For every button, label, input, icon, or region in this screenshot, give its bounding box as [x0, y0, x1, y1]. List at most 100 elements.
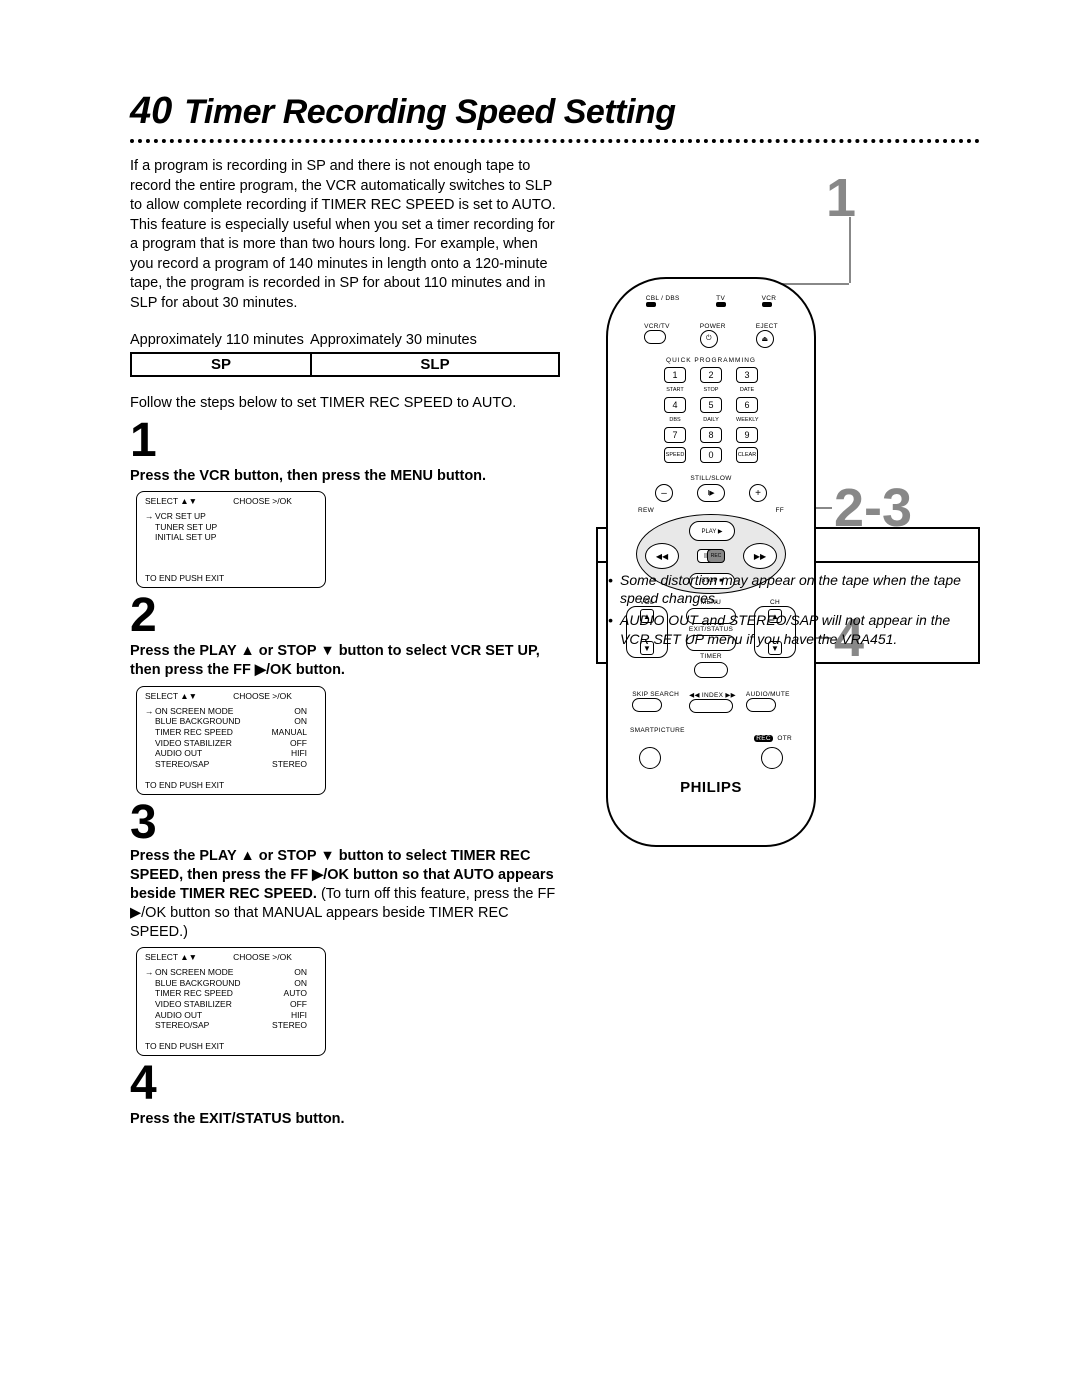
osd-val: OFF: [267, 738, 307, 749]
osd-screen-2: SELECT ▲▼ CHOOSE >/OK →ON SCREEN MODEON …: [136, 686, 326, 795]
ff-button[interactable]: ▶▶: [743, 543, 777, 569]
osd-val: HIFI: [267, 1010, 307, 1021]
num-5-button[interactable]: 5: [700, 397, 722, 413]
osd-item: BLUE BACKGROUND: [155, 978, 267, 989]
num-1-button[interactable]: 1: [664, 367, 686, 383]
vcrtv-label: VCR/TV: [644, 323, 670, 330]
otr-button[interactable]: [761, 747, 783, 769]
mode-label-vcr: VCR: [762, 295, 777, 302]
osd-item: STEREO/SAP: [155, 1020, 267, 1031]
step-4-number: 4: [130, 1060, 560, 1108]
rew-button[interactable]: ◀◀: [645, 543, 679, 569]
smartpicture-label: SMARTPICTURE: [630, 727, 685, 745]
osd-item: VCR SET UP: [155, 511, 206, 522]
index-button[interactable]: [689, 699, 733, 713]
timer-label: TIMER: [700, 653, 722, 660]
osd-item: ON SCREEN MODE: [155, 967, 267, 978]
num-2-button[interactable]: 2: [700, 367, 722, 383]
osd-choose-label: CHOOSE >/OK: [233, 496, 292, 507]
osd-val: ON: [267, 967, 307, 978]
osd-arrow-icon: →: [145, 967, 155, 978]
otr-label: OTR: [777, 735, 792, 742]
page-title: Timer Recording Speed Setting: [184, 93, 675, 132]
osd-item: STEREO/SAP: [155, 759, 267, 770]
slp-cell: SLP: [312, 354, 558, 375]
num-0-button[interactable]: 0: [700, 447, 722, 463]
eject-button[interactable]: ⏏: [756, 330, 774, 348]
osd-footer: TO END PUSH EXIT: [145, 1041, 317, 1052]
osd-item: VIDEO STABILIZER: [155, 999, 267, 1010]
osd-arrow-icon: →: [145, 511, 155, 522]
still-slow-button[interactable]: I▶: [697, 484, 725, 502]
mute-label: AUDIO/MUTE: [746, 691, 790, 698]
callout-1: 1: [826, 167, 856, 229]
timer-button[interactable]: [694, 662, 728, 678]
sp-duration-label: Approximately 110 minutes: [130, 332, 310, 348]
osd-val: ON: [267, 978, 307, 989]
plus-button[interactable]: +: [749, 484, 767, 502]
step-1-number: 1: [130, 417, 560, 465]
divider: [130, 139, 980, 143]
rew-label: REW: [638, 507, 654, 514]
osd-val: ON: [267, 716, 307, 727]
osd-choose-label: CHOOSE >/OK: [233, 691, 292, 702]
power-button[interactable]: ⏻: [700, 330, 718, 348]
step-1-head: Press the VCR button, then press the MEN…: [130, 467, 560, 486]
still-slow-label: STILL/SLOW: [608, 475, 814, 482]
eject-label: EJECT: [756, 323, 778, 330]
osd-arrow-icon: →: [145, 706, 155, 717]
step-4-head: Press the EXIT/STATUS button.: [130, 1110, 560, 1129]
osd-item: AUDIO OUT: [155, 1010, 267, 1021]
osd-item: AUDIO OUT: [155, 748, 267, 759]
osd-select-label: SELECT ▲▼: [145, 952, 197, 963]
num-3-button[interactable]: 3: [736, 367, 758, 383]
led-icon: [646, 302, 656, 307]
osd-val: MANUAL: [267, 727, 307, 738]
minus-button[interactable]: –: [655, 484, 673, 502]
num-7-button[interactable]: 7: [664, 427, 686, 443]
osd-item: TIMER REC SPEED: [155, 727, 267, 738]
num-sub: DATE: [736, 387, 758, 393]
osd-val: AUTO: [267, 988, 307, 999]
callout-2-3: 2-3: [834, 477, 912, 539]
num-8-button[interactable]: 8: [700, 427, 722, 443]
osd-select-label: SELECT ▲▼: [145, 496, 197, 507]
quick-programming-label: QUICK PROGRAMMING: [608, 357, 814, 364]
osd-item: TUNER SET UP: [155, 522, 217, 533]
clear-button[interactable]: CLEAR: [736, 447, 758, 463]
speed-button[interactable]: SPEED: [664, 447, 686, 463]
rec-button[interactable]: REC: [707, 549, 725, 563]
mode-label-cbl: CBL / DBS: [646, 295, 680, 302]
osd-item: ON SCREEN MODE: [155, 706, 267, 717]
num-sub: STOP: [700, 387, 722, 393]
callout-line: [849, 217, 851, 283]
vcrtv-button[interactable]: [644, 330, 666, 344]
osd-item: VIDEO STABILIZER: [155, 738, 267, 749]
num-6-button[interactable]: 6: [736, 397, 758, 413]
num-sub: START: [664, 387, 686, 393]
num-sub: DBS: [664, 417, 686, 423]
sp-cell: SP: [132, 354, 312, 375]
osd-item: BLUE BACKGROUND: [155, 716, 267, 727]
skip-search-button[interactable]: [632, 698, 662, 712]
play-button[interactable]: PLAY ▶: [689, 521, 735, 541]
ff-label: FF: [775, 507, 784, 514]
callout-line: [781, 283, 849, 285]
audio-mute-button[interactable]: [746, 698, 776, 712]
smartpicture-button[interactable]: [639, 747, 661, 769]
num-4-button[interactable]: 4: [664, 397, 686, 413]
hint-item: AUDIO OUT and STEREO/SAP will not appear…: [608, 611, 968, 647]
num-9-button[interactable]: 9: [736, 427, 758, 443]
osd-val: STEREO: [267, 759, 307, 770]
led-icon: [716, 302, 726, 307]
index-label: ◀◀ INDEX ▶▶: [689, 691, 736, 699]
step-3-text: Press the PLAY ▲ or STOP ▼ button to sel…: [130, 847, 560, 941]
osd-footer: TO END PUSH EXIT: [145, 780, 317, 791]
step-2-head: Press the PLAY ▲ or STOP ▼ button to sel…: [130, 642, 560, 680]
osd-val: HIFI: [267, 748, 307, 759]
osd-item: TIMER REC SPEED: [155, 988, 267, 999]
osd-footer: TO END PUSH EXIT: [145, 573, 317, 584]
slp-duration-label: Approximately 30 minutes: [310, 332, 477, 348]
osd-screen-3: SELECT ▲▼ CHOOSE >/OK →ON SCREEN MODEON …: [136, 947, 326, 1056]
skip-label: SKIP SEARCH: [632, 691, 679, 698]
